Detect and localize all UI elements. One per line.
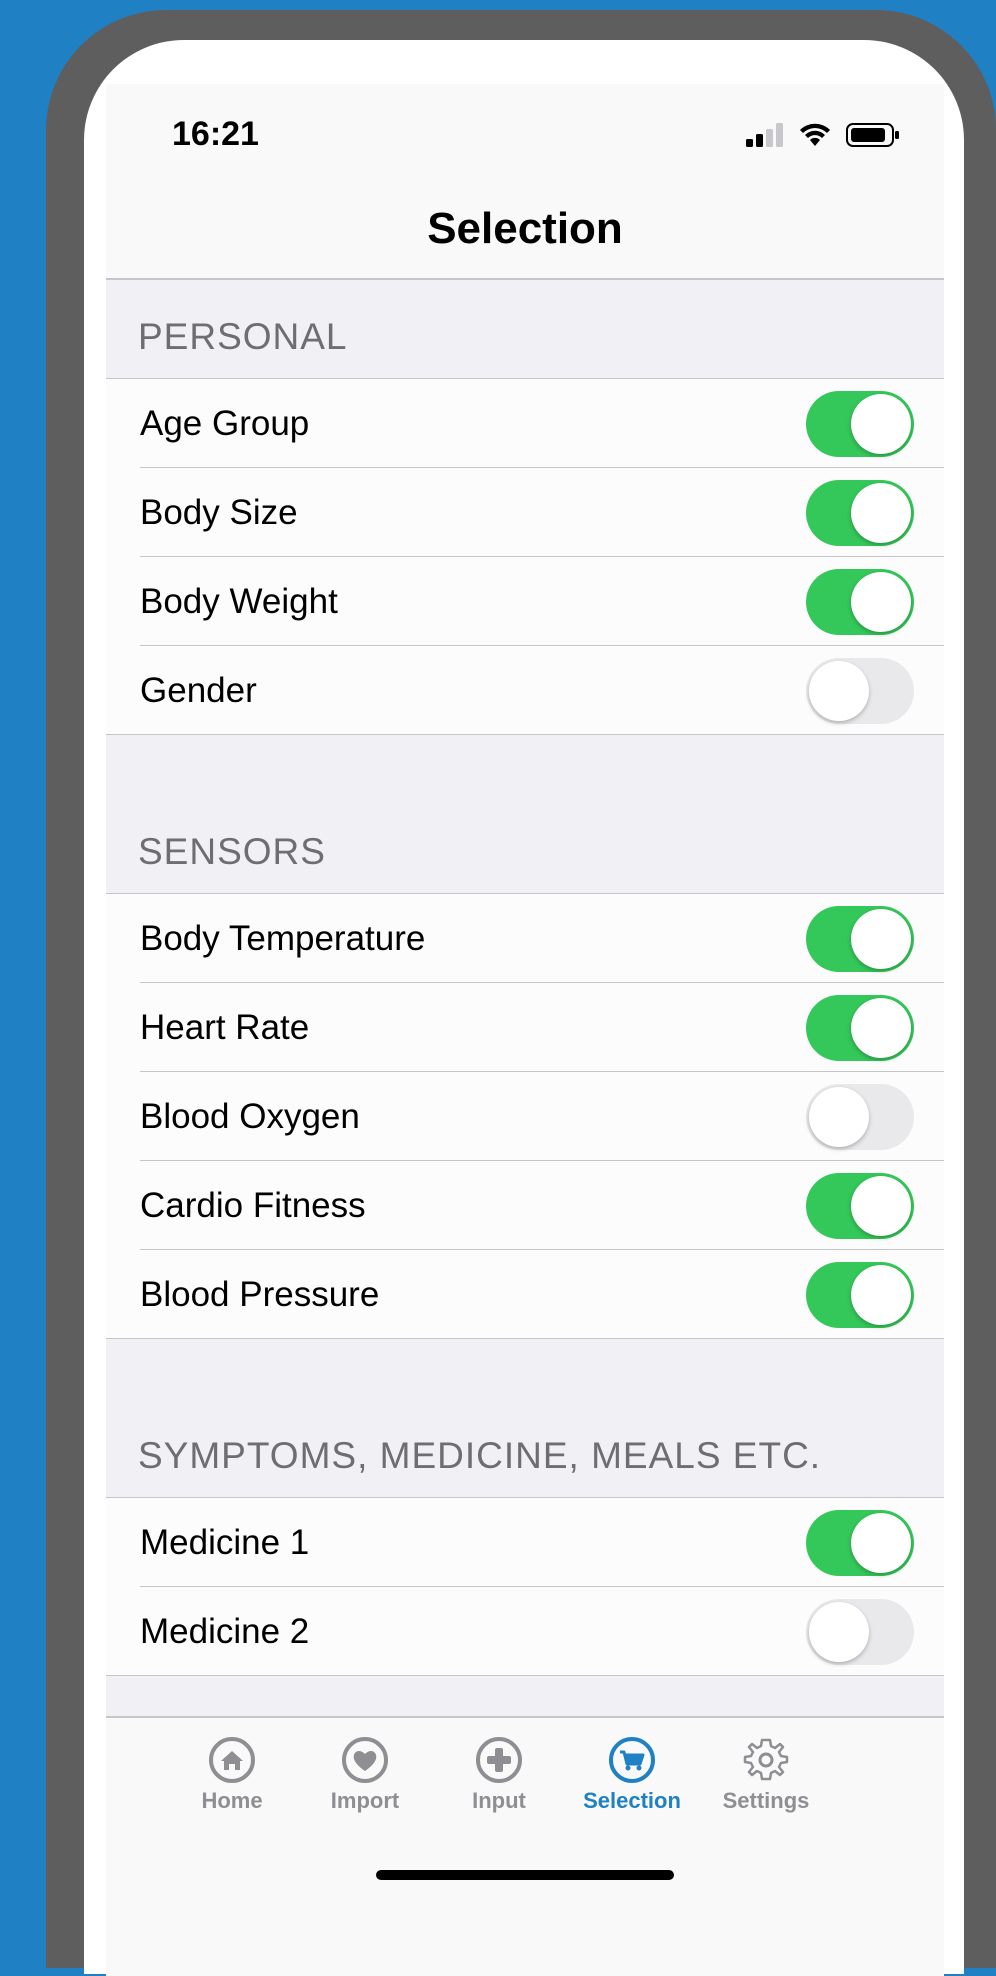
status-time: 16:21 [172, 115, 259, 153]
toggle-switch[interactable] [806, 391, 914, 457]
tab-selection[interactable]: Selection [562, 1736, 702, 1814]
tab-label: Import [330, 1788, 400, 1813]
navigation-bar: Selection [106, 184, 944, 280]
list-item: Body Size [106, 468, 944, 557]
home-icon [208, 1736, 256, 1784]
toggle-switch[interactable] [806, 906, 914, 972]
cart-icon [608, 1736, 656, 1784]
toggle-knob [851, 394, 911, 454]
section-header: PERSONAL [106, 280, 944, 379]
list-item: Body Temperature [106, 894, 944, 983]
section-header-label: SENSORS [138, 831, 326, 872]
section-header: SYMPTOMS, MEDICINE, MEALS ETC. [106, 1339, 944, 1498]
toggle-switch[interactable] [806, 658, 914, 724]
list-item-label: Medicine 2 [140, 1612, 310, 1651]
section-header-label: SYMPTOMS, MEDICINE, MEALS ETC. [138, 1435, 822, 1476]
list-item: Blood Pressure [106, 1250, 944, 1339]
list-item: Cardio Fitness [106, 1161, 944, 1250]
gear-icon [742, 1736, 790, 1784]
toggle-switch[interactable] [806, 1510, 914, 1576]
tab-bar: Home Import Input Selection Settings [106, 1716, 944, 1976]
toggle-switch[interactable] [806, 569, 914, 635]
toggle-switch[interactable] [806, 1262, 914, 1328]
tab-label: Selection [583, 1788, 681, 1813]
list-item-label: Heart Rate [140, 1008, 310, 1047]
list-item: Body Weight [106, 557, 944, 646]
tab-input[interactable]: Input [429, 1736, 569, 1814]
toggle-knob [809, 661, 869, 721]
tab-import[interactable]: Import [295, 1736, 435, 1814]
list-item: Age Group [106, 379, 944, 468]
list-item-label: Cardio Fitness [140, 1186, 366, 1225]
battery-icon [846, 123, 899, 147]
list-item-label: Body Size [140, 493, 298, 532]
list-item-label: Blood Pressure [140, 1275, 380, 1314]
toggle-knob [851, 909, 911, 969]
list-item: Medicine 1 [106, 1498, 944, 1587]
cellular-signal-icon [746, 123, 783, 147]
tab-label: Settings [722, 1788, 810, 1813]
list-item: Gender [106, 646, 944, 735]
plus-icon [475, 1736, 523, 1784]
toggle-knob [809, 1087, 869, 1147]
toggle-knob [851, 1265, 911, 1325]
row-divider [106, 1675, 944, 1676]
toggle-switch[interactable] [806, 995, 914, 1061]
tab-label: Home [201, 1788, 263, 1813]
toggle-switch[interactable] [806, 1173, 914, 1239]
list-content: PERSONAL Age Group Body Size Body Weight Gen… [106, 280, 944, 1676]
tab-settings[interactable]: Settings [696, 1736, 836, 1814]
toggle-switch[interactable] [806, 480, 914, 546]
toggle-knob [851, 1176, 911, 1236]
wifi-icon [800, 123, 830, 146]
list-item-label: Blood Oxygen [140, 1097, 360, 1136]
toggle-switch[interactable] [806, 1084, 914, 1150]
list-item: Medicine 2 [106, 1587, 944, 1676]
section-header-label: PERSONAL [138, 316, 348, 357]
toggle-knob [851, 572, 911, 632]
list-item: Blood Oxygen [106, 1072, 944, 1161]
toggle-knob [851, 998, 911, 1058]
toggle-knob [851, 483, 911, 543]
settings-list[interactable]: PERSONAL Age Group Body Size Body Weight Gen… [106, 280, 944, 1716]
home-indicator[interactable] [376, 1870, 674, 1880]
status-icons [746, 122, 900, 148]
list-item-label: Gender [140, 671, 257, 710]
list-item: Heart Rate [106, 983, 944, 1072]
tab-home[interactable]: Home [162, 1736, 302, 1814]
section-header: SENSORS [106, 735, 944, 894]
page-title: Selection [427, 204, 623, 253]
tab-label: Input [472, 1788, 526, 1813]
list-item-label: Medicine 1 [140, 1523, 310, 1562]
list-item-label: Body Temperature [140, 919, 426, 958]
toggle-knob [851, 1513, 911, 1573]
heart-icon [341, 1736, 389, 1784]
list-item-label: Body Weight [140, 582, 338, 621]
toggle-knob [809, 1602, 869, 1662]
toggle-switch[interactable] [806, 1599, 914, 1665]
list-item-label: Age Group [140, 404, 310, 443]
